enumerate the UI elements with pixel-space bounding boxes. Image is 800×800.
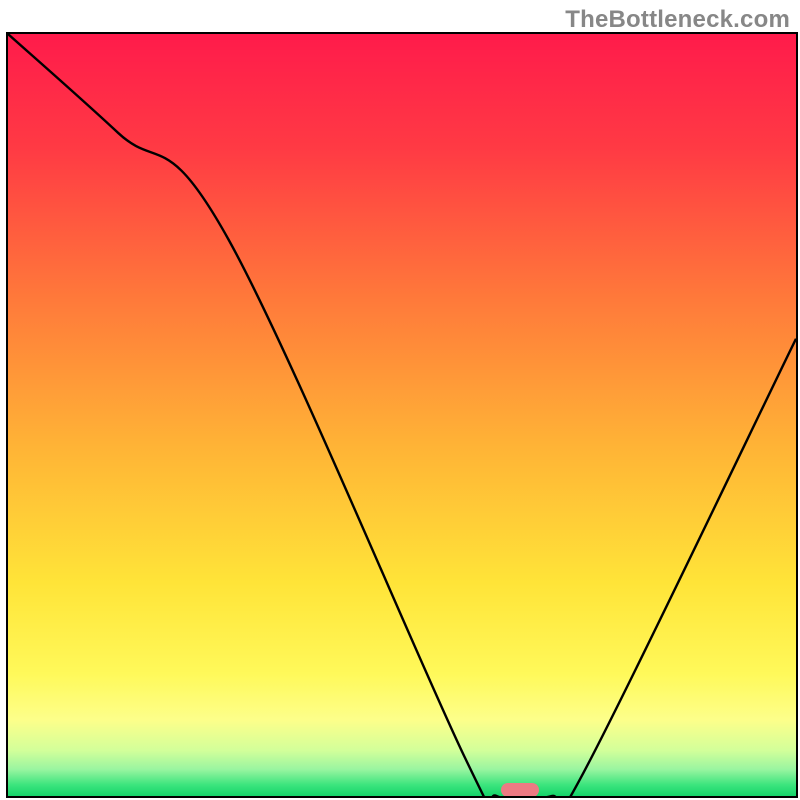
chart-container: TheBottleneck.com: [0, 0, 800, 800]
bottleneck-curve: [8, 34, 796, 796]
chart-frame: [6, 32, 798, 798]
chart-curve-layer: [8, 34, 796, 796]
watermark-text: TheBottleneck.com: [565, 6, 790, 34]
optimal-marker: [501, 783, 539, 797]
